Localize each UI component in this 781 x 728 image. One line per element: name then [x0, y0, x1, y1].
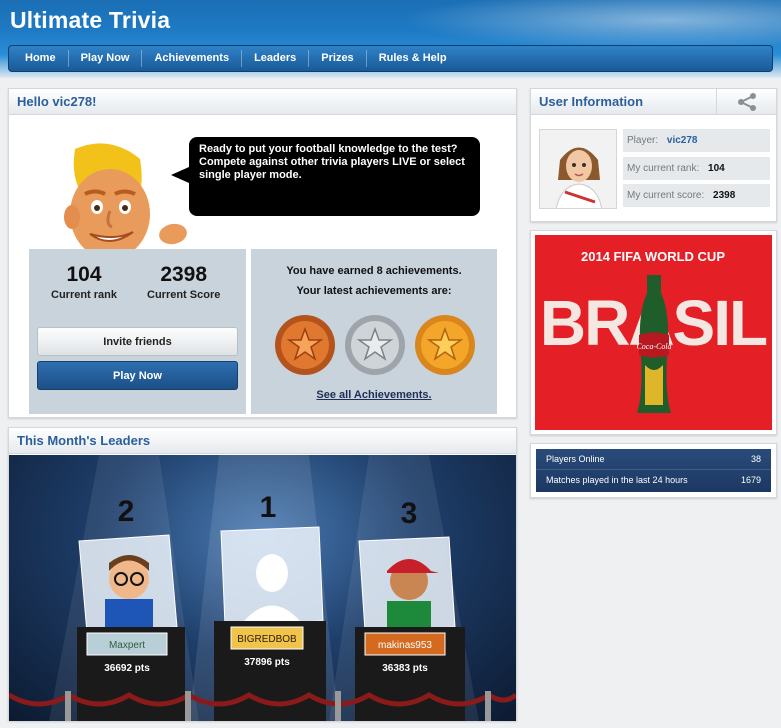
leader-points-1: 37896 pts — [244, 657, 290, 668]
my-score-label: My current score: — [627, 190, 705, 201]
online-stats-box: Players Online 38 Matches played in the … — [536, 449, 771, 492]
matches-value: 1679 — [740, 475, 761, 485]
leader-points-3: 36383 pts — [382, 663, 428, 674]
see-all-achievements-link[interactable]: See all Achievements. — [251, 389, 497, 401]
achievements-box: You have earned 8 achievements. Your lat… — [251, 249, 497, 414]
leader-name-1: BIGREDBOB — [237, 634, 297, 645]
place-number-3: 3 — [401, 497, 418, 530]
nav-prizes[interactable]: Prizes — [309, 50, 367, 67]
ad-year-line: 2014 FIFA WORLD CUP — [581, 249, 725, 264]
user-info-panel: User Information Player: vic278 My curre… — [530, 88, 777, 222]
score-row: My current score: 2398 — [623, 184, 770, 207]
nav-rules-help[interactable]: Rules & Help — [367, 50, 459, 67]
score-number: 2398 — [160, 263, 208, 286]
share-icon[interactable] — [717, 89, 777, 115]
hello-title: Hello vic278! — [9, 89, 516, 115]
invite-friends-button[interactable]: Invite friends — [37, 327, 238, 356]
share-button[interactable] — [716, 89, 776, 115]
leader-name-3: makinas953 — [378, 640, 432, 651]
achievements-earned-text: You have earned 8 achievements. — [286, 265, 462, 277]
ad-artwork: 2014 FIFA WORLD CUP BRASIL Coca-Cola — [540, 249, 769, 413]
nav-leaders[interactable]: Leaders — [242, 50, 310, 67]
ad-brand: Coca-Cola — [636, 342, 671, 351]
leaders-stage: 2 Maxpert 36692 pts 1 BIGREDBOB 37896 pt… — [9, 455, 516, 721]
rank-number: 104 — [66, 263, 102, 286]
main-nav: Home Play Now Achievements Leaders Prize… — [8, 45, 773, 72]
nav-home[interactable]: Home — [13, 50, 69, 67]
place-number-2: 2 — [118, 495, 135, 528]
nav-achievements[interactable]: Achievements — [142, 50, 243, 67]
my-rank-label: My current rank: — [627, 163, 700, 174]
avatar — [539, 129, 617, 209]
my-rank-value: 104 — [708, 163, 725, 174]
matches-label: Matches played in the last 24 hours — [546, 475, 688, 485]
leaders-title: This Month's Leaders — [9, 428, 516, 454]
app-title[interactable]: Ultimate Trivia — [10, 7, 170, 34]
podium-scene: 2 Maxpert 36692 pts 1 BIGREDBOB 37896 pt… — [9, 455, 516, 721]
ad-panel: 2014 FIFA WORLD CUP BRASIL Coca-Cola — [530, 230, 777, 435]
stat-rank: 104 Current rank — [51, 263, 117, 301]
player-label: Player: — [627, 135, 659, 146]
player-value[interactable]: vic278 — [667, 135, 698, 146]
latest-achievements-label: Your latest achievements are: — [296, 285, 452, 297]
play-now-button[interactable]: Play Now — [37, 361, 238, 390]
score-label: Current Score — [147, 289, 221, 301]
player-row: Player: vic278 — [623, 129, 770, 152]
place-number-1: 1 — [260, 491, 277, 524]
leader-name-2: Maxpert — [109, 640, 145, 651]
stats-box: 104 Current rank 2398 Current Score Invi… — [29, 249, 246, 414]
world-cup-ad[interactable]: 2014 FIFA WORLD CUP BRASIL Coca-Cola — [535, 235, 772, 430]
gold-medal-icon[interactable] — [415, 315, 475, 375]
hello-panel: Hello vic278! Ready to put your football… — [8, 88, 517, 418]
leaders-panel: This Month's Leaders 2 Maxpert 36692 pts — [8, 427, 517, 721]
leader-points-2: 36692 pts — [104, 663, 150, 674]
my-score-value: 2398 — [713, 190, 736, 201]
achievement-medals — [275, 315, 475, 375]
players-online-row: Players Online 38 — [536, 449, 771, 469]
rank-label: Current rank — [51, 289, 118, 301]
header: Ultimate Trivia Home Play Now Achievemen… — [0, 0, 781, 78]
silver-medal-icon[interactable] — [345, 315, 405, 375]
speech-bubble: Ready to put your football knowledge to … — [171, 137, 480, 216]
players-online-label: Players Online — [546, 454, 605, 464]
rank-row: My current rank: 104 — [623, 157, 770, 180]
player-avatar-image — [555, 147, 603, 208]
players-online-value: 38 — [750, 454, 761, 464]
stat-score: 2398 Current Score — [147, 263, 220, 301]
nav-play-now[interactable]: Play Now — [69, 50, 143, 67]
bronze-medal-icon[interactable] — [275, 315, 335, 375]
header-glow — [401, 0, 781, 50]
online-stats-panel: Players Online 38 Matches played in the … — [530, 443, 777, 498]
matches-row: Matches played in the last 24 hours 1679 — [536, 469, 771, 489]
